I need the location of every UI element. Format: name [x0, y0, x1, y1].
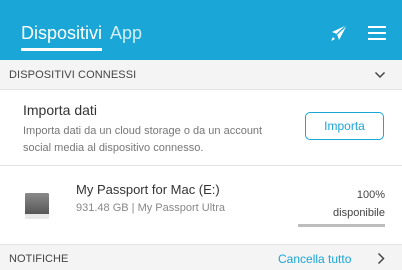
tab-app-label: App: [110, 23, 143, 43]
capacity-bar: [298, 224, 385, 227]
chevron-down-icon[interactable]: [374, 69, 386, 81]
hard-drive-icon: [25, 193, 49, 219]
available-percent: 100%: [356, 189, 385, 201]
import-button[interactable]: Importa: [305, 112, 384, 140]
tab-devices-label: Dispositivi: [21, 23, 103, 43]
device-row[interactable]: My Passport for Mac (E:) 931.48 GB | My …: [0, 166, 402, 244]
capacity-bar-fill: [298, 224, 385, 227]
import-description: Importa dati da un cloud storage o da un…: [23, 125, 263, 154]
active-tab-indicator: [21, 48, 103, 51]
import-data-card: Importa dati Importa dati da un cloud st…: [0, 90, 402, 166]
notifications-label: NOTIFICHE: [9, 253, 69, 265]
app-header: Dispositivi App: [0, 0, 402, 60]
device-info: 931.48 GB | My Passport Ultra: [76, 202, 225, 214]
menu-icon[interactable]: [366, 22, 388, 44]
chevron-right-icon[interactable]: [376, 252, 386, 265]
tab-devices[interactable]: Dispositivi: [21, 22, 103, 51]
device-name: My Passport for Mac (E:): [76, 182, 220, 197]
rocket-icon[interactable]: [328, 22, 350, 44]
available-label: disponibile: [333, 207, 385, 219]
connected-devices-section[interactable]: DISPOSITIVI CONNESSI: [0, 60, 402, 90]
import-title: Importa dati: [23, 102, 97, 118]
tab-app[interactable]: App: [110, 22, 142, 44]
connected-devices-label: DISPOSITIVI CONNESSI: [9, 69, 137, 81]
clear-all-link[interactable]: Cancella tutto: [278, 252, 351, 266]
notifications-section[interactable]: NOTIFICHE Cancella tutto: [0, 244, 402, 270]
